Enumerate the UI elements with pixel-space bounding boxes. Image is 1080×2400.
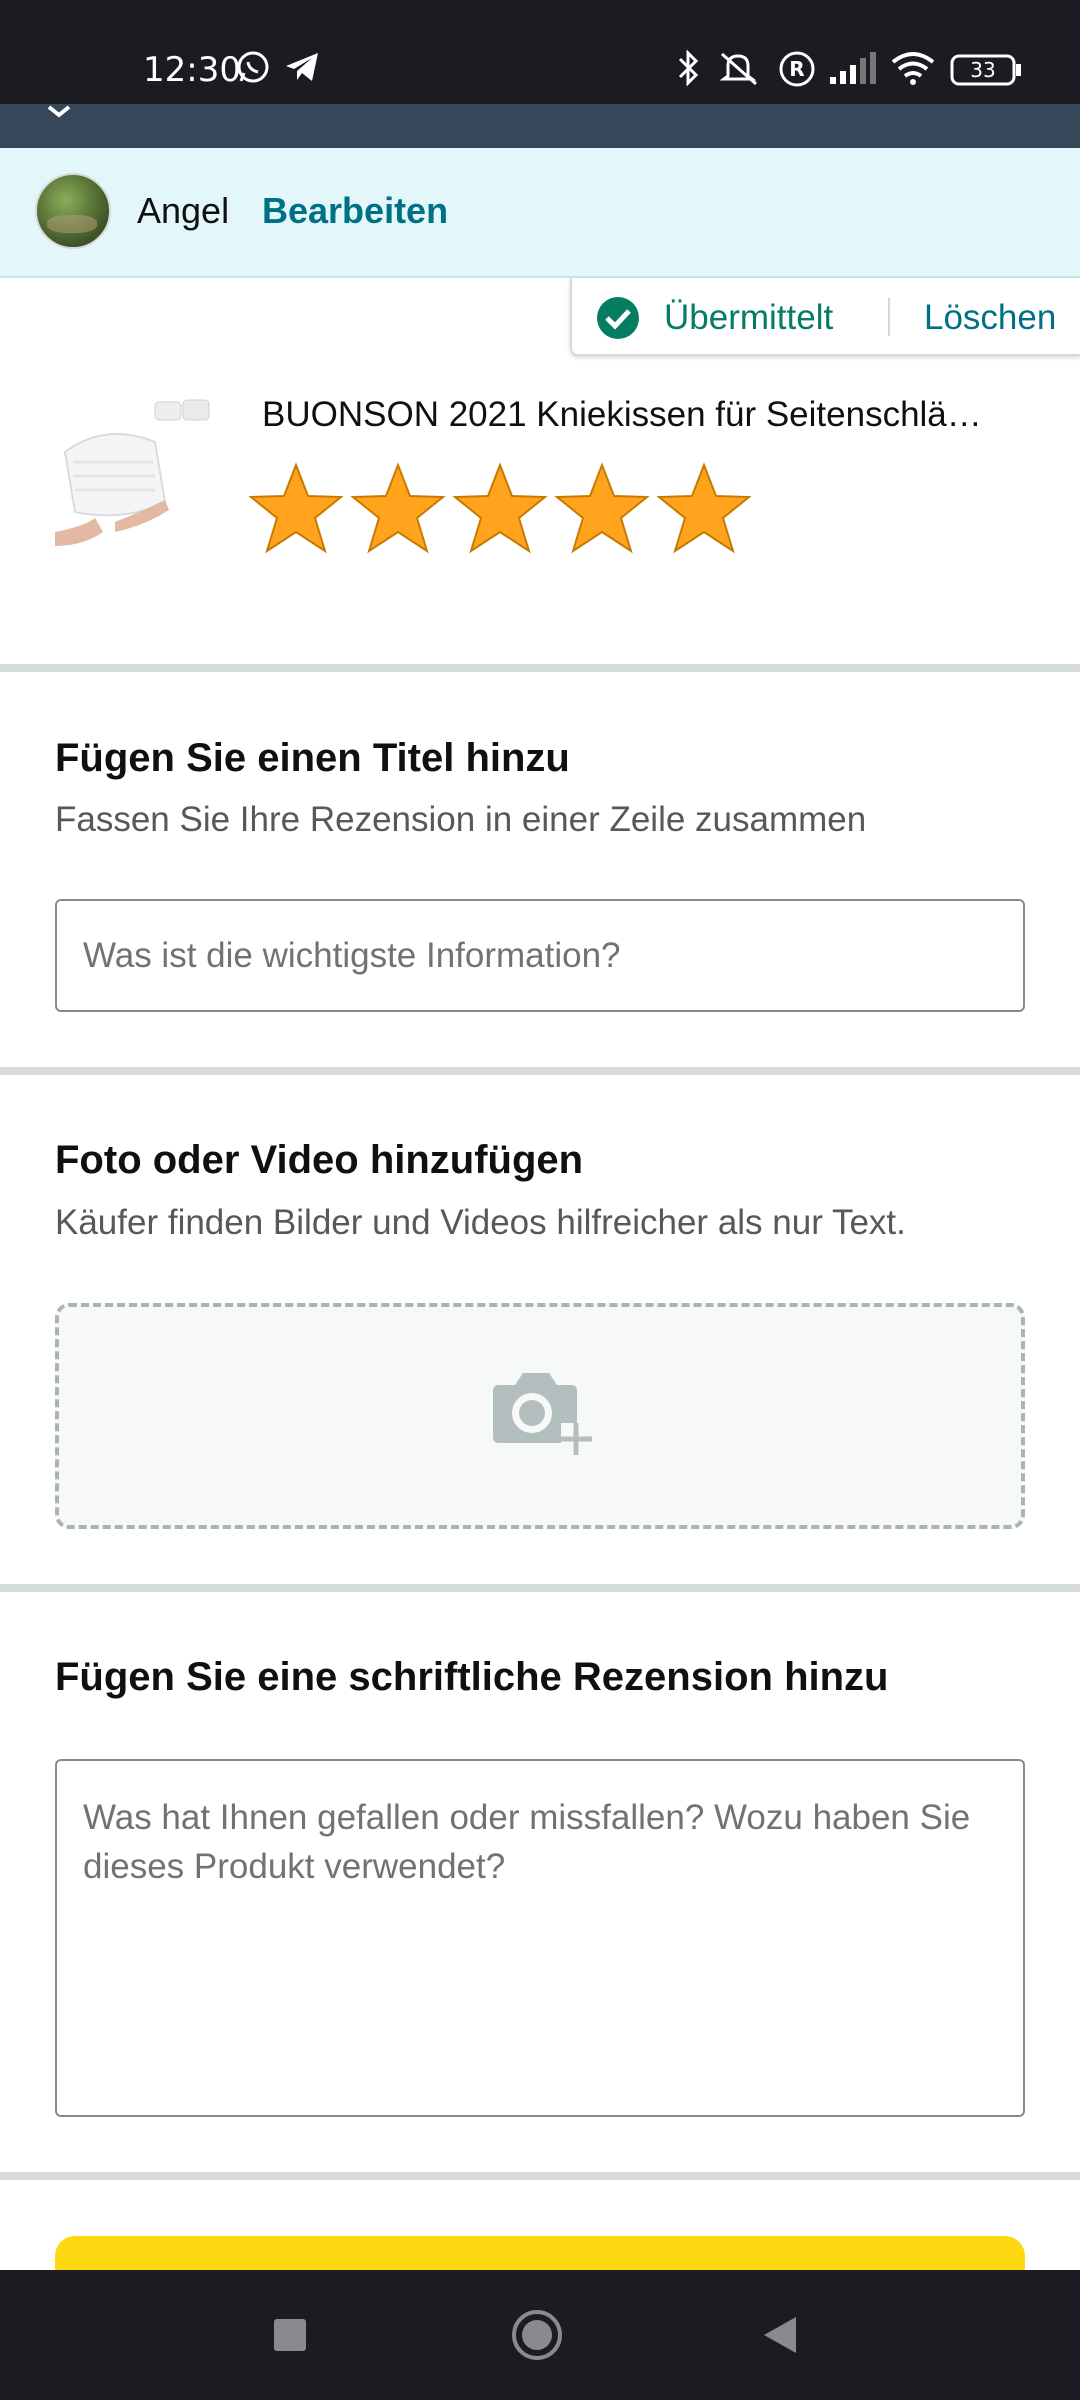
back-triangle-icon[interactable] <box>720 2270 840 2400</box>
battery-level: 33 <box>970 58 995 82</box>
star-icon[interactable] <box>350 462 446 554</box>
delete-review-link[interactable]: Löschen <box>924 298 1056 338</box>
status-bar: 12:30 R 33 <box>0 0 1080 104</box>
check-circle-icon <box>596 296 640 340</box>
status-time: 12:30 <box>143 50 241 90</box>
avatar <box>35 173 111 249</box>
recents-square-icon[interactable] <box>230 2270 350 2400</box>
media-section-subheading: Käufer finden Bilder und Videos hilfreic… <box>55 1203 906 1242</box>
svg-text:R: R <box>789 57 804 81</box>
telegram-icon <box>284 50 320 84</box>
media-section-heading: Foto oder Video hinzufügen <box>55 1138 584 1182</box>
review-title-input[interactable] <box>55 899 1025 1012</box>
star-rating[interactable] <box>248 462 752 554</box>
written-review-textarea[interactable] <box>55 1759 1025 2117</box>
star-icon[interactable] <box>452 462 548 554</box>
mute-icon <box>716 50 762 86</box>
registered-icon: R <box>778 50 816 88</box>
app-header-strip <box>0 104 1080 148</box>
star-icon[interactable] <box>248 462 344 554</box>
title-section-subheading: Fassen Sie Ihre Rezension in einer Zeile… <box>55 800 867 839</box>
review-status-pill: Übermittelt Löschen <box>570 278 1080 356</box>
section-divider <box>0 1067 1080 1075</box>
bluetooth-icon <box>676 50 700 86</box>
submitted-status: Übermittelt <box>664 298 834 337</box>
written-review-heading: Fügen Sie eine schriftliche Rezension hi… <box>55 1655 889 1699</box>
star-icon[interactable] <box>554 462 650 554</box>
product-title: BUONSON 2021 Kniekissen für Seitenschläf… <box>262 395 982 434</box>
signal-icon <box>828 50 878 86</box>
home-circle-icon[interactable] <box>477 2270 597 2400</box>
camera-plus-icon <box>487 1367 597 1468</box>
product-image <box>55 392 215 554</box>
system-nav-bar <box>0 2270 1080 2400</box>
chevron-down-icon[interactable] <box>46 104 72 125</box>
section-divider <box>0 1584 1080 1592</box>
wifi-icon <box>890 50 936 86</box>
divider <box>888 298 890 336</box>
battery-icon: 33 <box>950 54 1022 86</box>
section-divider <box>0 664 1080 672</box>
star-icon[interactable] <box>656 462 752 554</box>
edit-profile-link[interactable]: Bearbeiten <box>262 190 448 232</box>
title-section-heading: Fügen Sie einen Titel hinzu <box>55 736 570 780</box>
reviewer-name: Angel <box>137 190 230 231</box>
whatsapp-icon <box>236 50 270 84</box>
reviewer-bar: Angel Bearbeiten <box>0 148 1080 278</box>
media-upload-area[interactable] <box>55 1303 1025 1529</box>
section-divider <box>0 2172 1080 2180</box>
